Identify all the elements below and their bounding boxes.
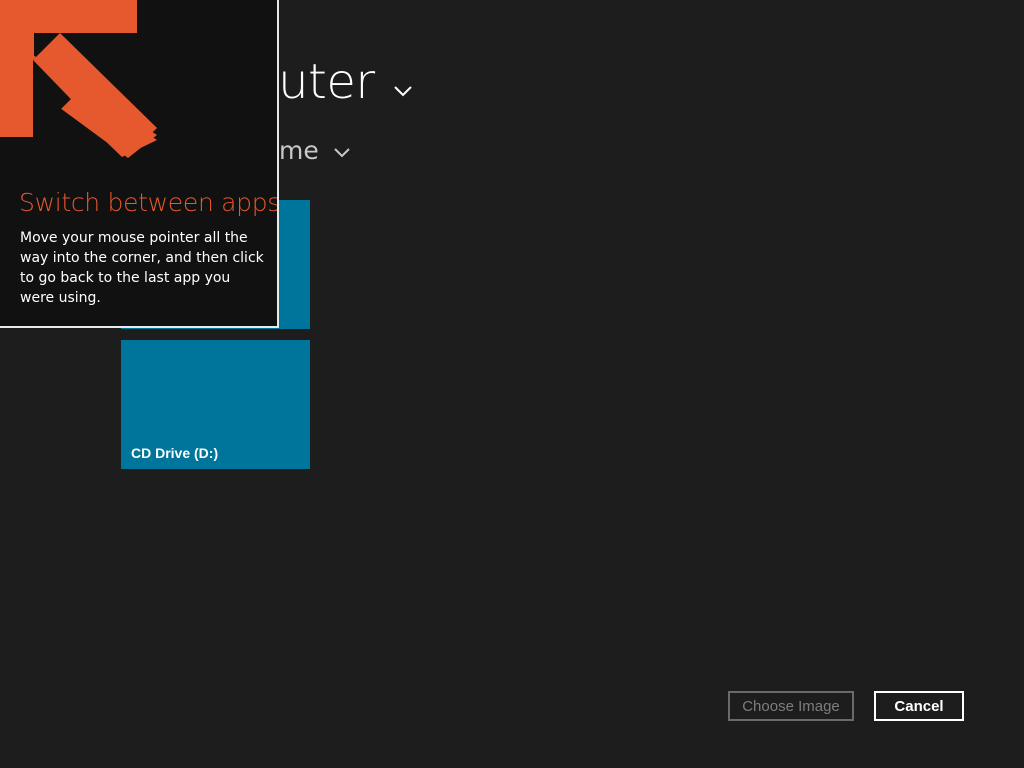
tip-title: Switch between apps (19, 188, 279, 217)
chevron-down-icon (333, 133, 351, 167)
cd-drive-tile[interactable]: CD Drive (D:) (121, 340, 310, 469)
cancel-button[interactable]: Cancel (874, 691, 964, 721)
tip-body: Move your mouse pointer all the way into… (20, 230, 264, 306)
switch-apps-tip: Switch between apps Move your mouse poin… (0, 0, 279, 328)
tile-label: CD Drive (D:) (131, 445, 219, 461)
chevron-down-icon (393, 51, 413, 111)
arrow-up-left-icon (0, 0, 157, 158)
file-picker-screen: Computer Sort by name CD Drive (D:) Swit… (0, 0, 1024, 768)
choose-image-button[interactable]: Choose Image (728, 691, 854, 721)
